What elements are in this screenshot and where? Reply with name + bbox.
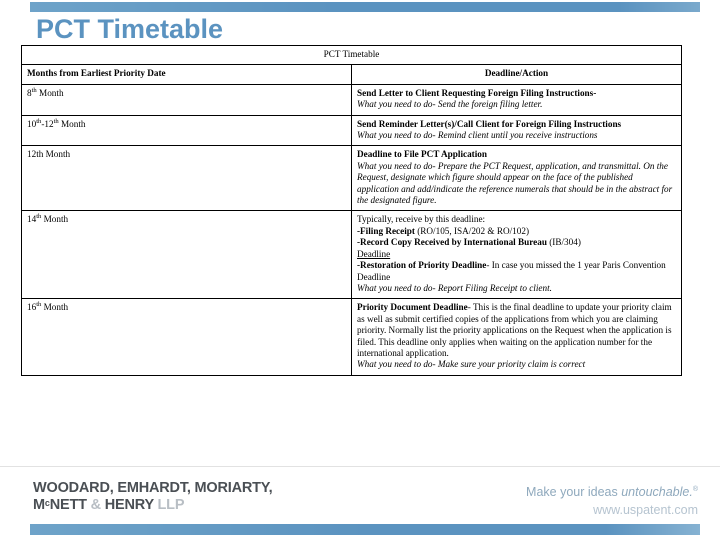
detail-item-restoration: -Restoration of Priority Deadline- In ca… [357,260,676,283]
row-month-label: 10th-12th Month [21,114,352,147]
month-word: Month [41,302,69,313]
column-header-months: Months from Earliest Priority Date [21,64,352,85]
row-month-label: 8th Month [21,83,352,116]
detail-item-codes: (IB/304) [546,237,581,248]
tagline-line: Make your ideas untouchable.® [526,483,698,501]
footer-divider [0,466,720,467]
detail-item-label: -Record Copy Received by International B… [357,237,547,248]
month-number-second: -12 [41,118,54,129]
detail-item-codes: (RO/105, ISA/202 & RO/102) [414,225,530,236]
detail-action: What you need to do- Send the foreign fi… [357,99,543,110]
footer-tagline: Make your ideas untouchable.® www.uspate… [526,483,698,519]
table-row: 14th Month Typically, receive by this de… [21,210,682,300]
detail-item-filing-receipt: -Filing Receipt (RO/105, ISA/202 & RO/10… [357,226,676,237]
page-title: PCT Timetable [36,14,224,44]
detail-heading: Send Reminder Letter(s)/Call Client for … [357,118,622,129]
month-number: 12th [27,149,44,160]
month-number: 14 [27,214,37,225]
top-accent-bar [30,2,700,12]
detail-intro: Typically, receive by this deadline: [357,214,486,225]
table-row: 12th Month Deadline to File PCT Applicat… [21,145,682,212]
table-row: 8th Month Send Letter to Client Requesti… [21,83,682,116]
row-detail: Priority Document Deadline- This is the … [351,298,682,376]
detail-heading: Send Letter to Client Requesting Foreign… [357,87,597,98]
pct-timetable-table: PCT Timetable Months from Earliest Prior… [21,44,682,376]
bottom-accent-bar [30,524,700,535]
table-caption: PCT Timetable [21,44,682,66]
firm-logo-mc: M [33,497,45,513]
table-header-row: Months from Earliest Priority Date Deadl… [21,64,682,85]
row-month-label: 16th Month [21,298,352,376]
registered-trademark-icon: ® [692,485,698,493]
firm-logo-mcnett: NETT [49,497,91,513]
detail-item-label: -Restoration of Priority Deadline [357,260,487,271]
detail-action: What you need to do- Make sure your prio… [357,359,586,370]
detail-heading: Deadline to File PCT Application [357,149,487,160]
firm-logo-line2: McNETT & HENRY LLP [33,497,272,514]
row-month-label: 12th Month [21,145,352,212]
month-word: Month [36,87,64,98]
row-month-label: 14th Month [21,210,352,300]
detail-action: What you need to do- Report Filing Recei… [357,282,552,293]
month-word: Month [41,214,69,225]
row-detail: Send Reminder Letter(s)/Call Client for … [351,114,682,147]
detail-action: What you need to do- Remind client until… [357,130,598,141]
firm-logo-henry: HENRY [104,497,158,513]
website-url[interactable]: www.uspatent.com [526,501,698,519]
firm-logo-ampersand: & [90,497,105,513]
firm-logo-llp: LLP [157,497,185,513]
detail-item-record-copy: -Record Copy Received by International B… [357,237,676,248]
detail-subheading-deadline: Deadline [357,248,391,259]
month-number: 10 [27,118,37,129]
table-row: 16th Month Priority Document Deadline- T… [21,298,682,376]
row-detail: Send Letter to Client Requesting Foreign… [351,83,682,116]
month-number: 16 [27,302,37,313]
table-caption-row: PCT Timetable [21,44,682,66]
month-word: Month [58,118,86,129]
table-row: 10th-12th Month Send Reminder Letter(s)/… [21,114,682,147]
detail-item-label: -Filing Receipt [357,225,415,236]
firm-logo: WOODARD, EMHARDT, MORIARTY, McNETT & HEN… [33,480,273,514]
detail-paragraph: Priority Document Deadline- This is the … [357,302,676,359]
tagline-italic: untouchable. [621,485,693,499]
tagline-plain: Make your ideas [526,485,622,499]
month-word: Month [43,149,71,160]
row-detail: Deadline to File PCT Application What yo… [351,145,682,212]
column-header-deadline-action: Deadline/Action [351,64,682,85]
detail-action: What you need to do- Prepare the PCT Req… [357,160,673,206]
firm-logo-line1: WOODARD, EMHARDT, MORIARTY, [33,480,273,496]
row-detail: Typically, receive by this deadline: -Fi… [351,210,682,300]
detail-heading: Priority Document Deadline [357,302,468,313]
